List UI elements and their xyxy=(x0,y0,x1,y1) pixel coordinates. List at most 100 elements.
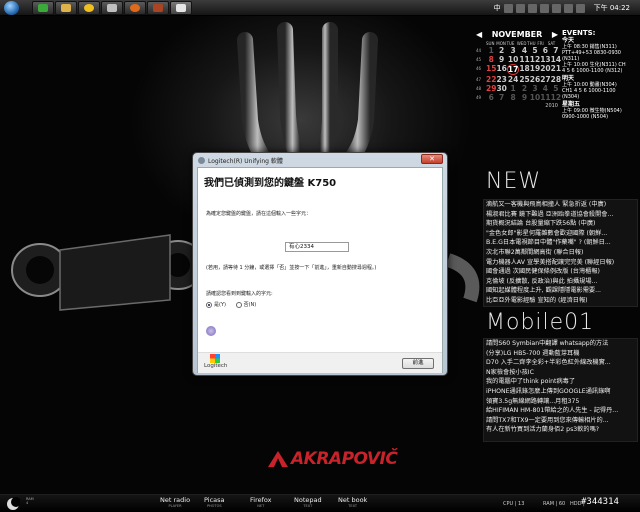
calendar-day[interactable]: 7 xyxy=(496,93,506,102)
taskbar-messenger-button[interactable] xyxy=(78,1,100,15)
dock-launcher[interactable]: Net book TEXT xyxy=(338,497,367,509)
taskbar-logitech-button[interactable] xyxy=(170,1,192,15)
tray-icon[interactable] xyxy=(539,3,549,13)
yes-radio[interactable]: 是(Y) xyxy=(206,301,226,308)
calendar-day[interactable]: 26 xyxy=(530,75,540,84)
calendar-day[interactable]: 3 xyxy=(507,46,519,55)
prev-month-icon[interactable]: ◀ xyxy=(476,30,482,39)
start-orb-icon[interactable] xyxy=(4,1,19,15)
feed-item[interactable]: 領寶3.5g無線網路轉讓...月租375 xyxy=(484,397,637,407)
taskbar-folder-button[interactable] xyxy=(55,1,77,15)
calendar-day[interactable]: 19 xyxy=(530,64,540,75)
calendar-day[interactable]: 3 xyxy=(530,84,540,93)
calendar-day[interactable]: 10 xyxy=(530,93,540,102)
calendar-day[interactable]: 5 xyxy=(551,84,561,93)
feed-item[interactable]: 請問S60 Symbian中翻譯 whatsapp的方法 xyxy=(484,339,637,349)
calendar-day[interactable]: 11 xyxy=(519,55,529,64)
calendar-day[interactable]: 9 xyxy=(496,55,506,64)
calendar-day[interactable]: 10 xyxy=(507,55,519,64)
tray-icon[interactable] xyxy=(527,3,537,13)
dialog-titlebar[interactable]: Logitech(R) Unifying 軟體 xyxy=(193,153,447,167)
next-button[interactable]: 前進 xyxy=(402,358,434,369)
calendar-day[interactable]: 28 xyxy=(551,75,561,84)
calendar-day[interactable]: 4 xyxy=(519,46,529,55)
next-month-icon[interactable]: ▶ xyxy=(552,30,558,39)
network-icon[interactable] xyxy=(563,3,573,13)
feed-item[interactable]: B.E.G日本電視節目中體"作藥嘴" ? (朝鮮日... xyxy=(484,238,637,248)
feed-item[interactable]: D70 入手二齊李全彩+半彩色紅外線改機實... xyxy=(484,358,637,368)
calendar-day[interactable]: 4 xyxy=(540,84,550,93)
calendar-day[interactable]: 27 xyxy=(540,75,550,84)
calendar-day[interactable]: 18 xyxy=(519,64,529,75)
feed-item[interactable]: "金色女郎"影星何羅雜數會歡迎國際 (朝鮮... xyxy=(484,229,637,239)
event-line[interactable]: (N304) xyxy=(562,94,640,100)
taskbar-media-button[interactable] xyxy=(101,1,123,15)
dock-launcher[interactable]: Firefox NET xyxy=(250,497,272,509)
calendar-day[interactable]: 1 xyxy=(507,84,519,93)
calendar-day[interactable]: 8 xyxy=(486,55,496,64)
feed-item[interactable]: 克倫坡 (反擴散, 反政治)與此 拍攝規場... xyxy=(484,277,637,287)
calendar-day[interactable]: 2 xyxy=(496,46,506,55)
feed-item[interactable]: N家檢會按小孩IC xyxy=(484,368,637,378)
feed-item[interactable]: 期貨概況結論 台股量縮下跌56點 (中廣) xyxy=(484,219,637,229)
feed-item[interactable]: iPHONE通訊錄怎麼上傳到GOOGLE通訊錄啊 xyxy=(484,387,637,397)
taskbar-firefox-button[interactable] xyxy=(124,1,146,15)
dock-launcher[interactable]: Picasa PHOTOS xyxy=(204,497,225,509)
calendar-day[interactable]: 20 xyxy=(540,64,550,75)
feed-item[interactable]: (分享)LG HB5-700 週動藍芽耳機 xyxy=(484,349,637,359)
calendar-day[interactable]: 29 xyxy=(486,84,496,93)
feed-item[interactable]: 給HIFIMAN HM-801帶給之的人先生 - 記得丹... xyxy=(484,406,637,416)
calendar-day[interactable]: 16 xyxy=(496,64,506,75)
calendar-day[interactable]: 30 xyxy=(496,84,506,93)
calendar-day[interactable]: 12 xyxy=(530,55,540,64)
calendar-day[interactable]: 8 xyxy=(507,93,519,102)
calendar-day[interactable]: 5 xyxy=(530,46,540,55)
feed-item[interactable]: 電力機器人AV 宣學美搭配讓完完美 (聯經日報) xyxy=(484,258,637,268)
calendar-day[interactable]: 1 xyxy=(486,46,496,55)
feed-item[interactable]: 請問TX7和TX9一定要用到您來傳輸相片的... xyxy=(484,416,637,426)
calendar-day[interactable]: 12 xyxy=(551,93,561,102)
feed-title-mobile01[interactable]: Mobile01 xyxy=(486,310,594,335)
calendar-day[interactable]: 6 xyxy=(540,46,550,55)
moon-icon[interactable] xyxy=(6,497,20,511)
dialog-body: 我們已偵測到您的鍵盤 K750 為確定您鍵盤的鍵盤，請在這個輸入一些字元： 有心… xyxy=(197,167,443,373)
taskbar-app-button[interactable] xyxy=(32,1,54,15)
tray-icon[interactable] xyxy=(551,3,561,13)
calendar-day[interactable]: 23 xyxy=(496,75,506,84)
dock-launcher[interactable]: Notepad TEXT xyxy=(294,497,322,509)
feed-item[interactable]: 次北市聯2萬鄰間網高街 (聯合日報) xyxy=(484,248,637,258)
no-radio[interactable]: 否(N) xyxy=(235,301,256,308)
feed-item[interactable]: 滴航又一客機與飛鳥相撞人 緊急折返 (中廣) xyxy=(484,200,637,210)
feed-item[interactable]: 我的電腦中了think point病毒了 xyxy=(484,377,637,387)
feed-item[interactable]: 比亞亞外電影經驗 宣知的 (經濟日報) xyxy=(484,296,637,306)
calendar-day[interactable]: 2 xyxy=(519,84,529,93)
calendar-day[interactable]: 24 xyxy=(507,75,519,84)
clock[interactable]: 下午 04:22 xyxy=(594,3,630,13)
calendar-day[interactable]: 14 xyxy=(551,55,561,64)
calendar-day[interactable]: 25 xyxy=(519,75,529,84)
calendar-day[interactable]: 7 xyxy=(551,46,561,55)
taskbar-app2-button[interactable] xyxy=(147,1,169,15)
calendar-day[interactable]: 9 xyxy=(519,93,529,102)
feed-title-news[interactable]: NEW xyxy=(486,169,541,194)
ime-indicator[interactable]: 中 xyxy=(494,3,501,13)
tray-icon[interactable] xyxy=(503,3,513,13)
calendar-day[interactable]: 15 xyxy=(486,64,496,75)
calendar-day[interactable]: 11 xyxy=(540,93,550,102)
event-line[interactable]: 4 5 6 1000-1100 (N312) xyxy=(562,68,640,74)
tray-icon[interactable] xyxy=(515,3,525,13)
dock-launcher[interactable]: Net radio PLAYER xyxy=(160,497,190,509)
calendar-day[interactable]: 21 xyxy=(551,64,561,75)
feed-item[interactable]: 國知起媒體程度上升, 觀課隱隱電影需要... xyxy=(484,286,637,296)
feed-item[interactable]: 楊淑君比賽 鏡下難過 亞洲跆拳道協會殺開會... xyxy=(484,210,637,220)
close-button[interactable]: ✕ xyxy=(421,154,443,164)
event-line[interactable]: 0900-1000 (N504) xyxy=(562,114,640,120)
calendar-day[interactable]: 6 xyxy=(486,93,496,102)
feed-item[interactable]: 有人在新竹買到活力蘭身佰2 ps3軟的嗎? xyxy=(484,425,637,435)
volume-icon[interactable] xyxy=(575,3,585,13)
calendar-day[interactable]: 17 xyxy=(506,64,520,75)
calendar-day[interactable]: 13 xyxy=(540,55,550,64)
feed-item[interactable]: 國會通過 次國民健保條例改版 (台灣櫃報) xyxy=(484,267,637,277)
test-input[interactable]: 有心2334 xyxy=(285,242,349,252)
calendar-day[interactable]: 22 xyxy=(486,75,496,84)
